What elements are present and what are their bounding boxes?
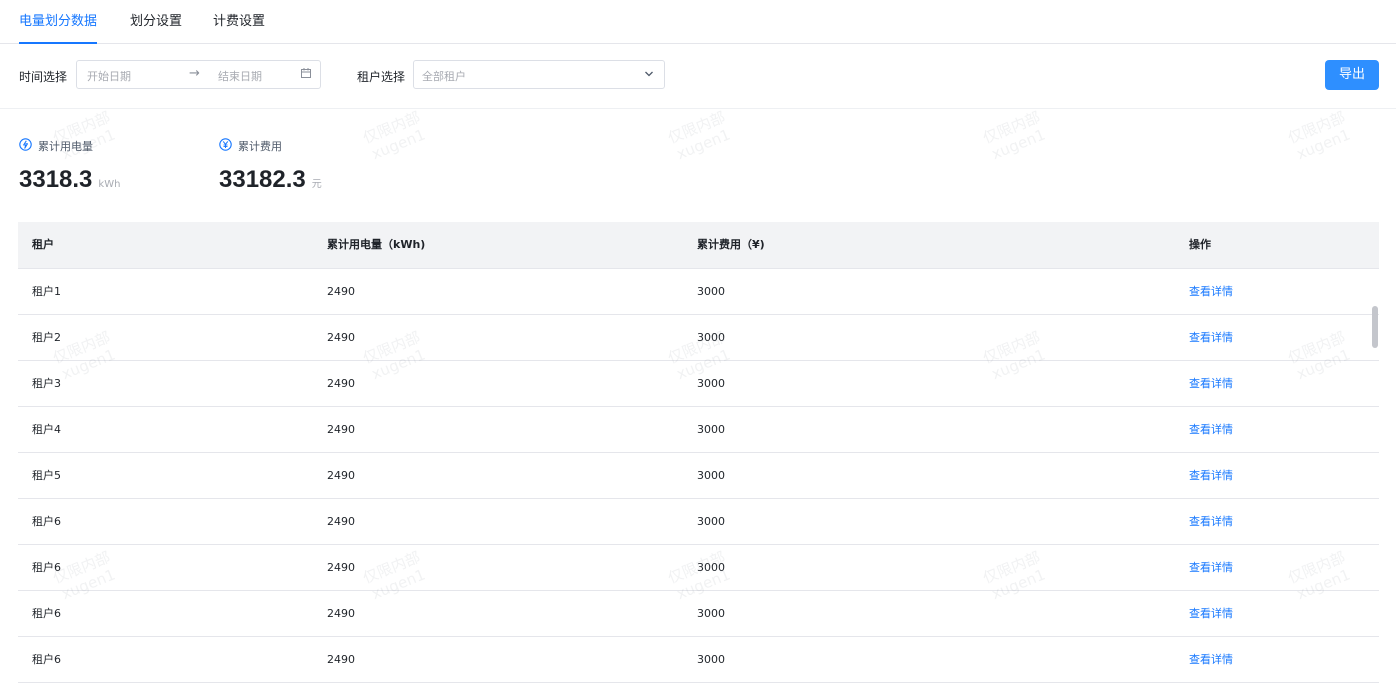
watermark: 仅限内部 xugen1 xyxy=(665,108,733,164)
view-details-link[interactable]: 查看详情 xyxy=(1189,315,1233,360)
range-separator: → xyxy=(189,66,200,81)
energy-stat-value: 3318.3 xyxy=(19,166,93,193)
energy-cell: 2490 xyxy=(327,469,355,482)
view-details-link[interactable]: 查看详情 xyxy=(1189,361,1233,406)
watermark: 仅限内部 xugen1 xyxy=(360,108,428,164)
tenant-cell: 租户6 xyxy=(32,653,61,666)
view-details-link[interactable]: 查看详情 xyxy=(1189,499,1233,544)
time-filter-label: 时间选择 xyxy=(19,70,68,84)
view-details-link[interactable]: 查看详情 xyxy=(1189,269,1233,314)
cost-cell: 3000 xyxy=(697,653,725,666)
tenant-select[interactable]: 全部租户 xyxy=(413,60,665,89)
chevron-down-icon xyxy=(645,71,653,77)
tenant-table: 租户 累计用电量（kWh) 累计费用（¥) 操作 租户1 2490 3000 查… xyxy=(18,222,1379,683)
lightning-circle-icon xyxy=(19,138,32,151)
energy-cell: 2490 xyxy=(327,653,355,666)
energy-cell: 2490 xyxy=(327,515,355,528)
table-header: 租户 累计用电量（kWh) 累计费用（¥) 操作 xyxy=(18,222,1379,269)
cost-cell: 3000 xyxy=(697,423,725,436)
date-range-picker[interactable]: 开始日期 → 结束日期 xyxy=(76,60,321,89)
tenant-select-value: 全部租户 xyxy=(422,70,466,83)
tenant-cell: 租户6 xyxy=(32,515,61,528)
tenant-cell: 租户3 xyxy=(32,377,61,390)
energy-stat-label: 累计用电量 xyxy=(38,140,93,153)
energy-cell: 2490 xyxy=(327,331,355,344)
yuan-circle-icon xyxy=(219,138,232,151)
view-details-link[interactable]: 查看详情 xyxy=(1189,545,1233,590)
table-row: 租户5 2490 3000 查看详情 xyxy=(18,453,1379,499)
table-scrollbar[interactable] xyxy=(1372,306,1378,348)
cost-cell: 3000 xyxy=(697,331,725,344)
view-details-link[interactable]: 查看详情 xyxy=(1189,637,1233,682)
view-details-link[interactable]: 查看详情 xyxy=(1189,591,1233,636)
table-row: 租户6 2490 3000 查看详情 xyxy=(18,591,1379,637)
cost-cell: 3000 xyxy=(697,607,725,620)
tab-billing-settings[interactable]: 计费设置 xyxy=(213,0,265,43)
energy-cell: 2490 xyxy=(327,607,355,620)
watermark: 仅限内部 xugen1 xyxy=(1285,108,1353,164)
cost-stat-unit: 元 xyxy=(311,179,322,190)
cost-stat-label: 累计费用 xyxy=(238,140,282,153)
energy-stat-unit: kWh xyxy=(98,179,121,190)
table-row: 租户6 2490 3000 查看详情 xyxy=(18,499,1379,545)
energy-cell: 2490 xyxy=(327,423,355,436)
header-cost: 累计费用（¥) xyxy=(697,238,765,251)
header-action: 操作 xyxy=(1189,238,1211,251)
watermark: 仅限内部 xugen1 xyxy=(980,108,1048,164)
table-row: 租户2 2490 3000 查看详情 xyxy=(18,315,1379,361)
cost-cell: 3000 xyxy=(697,515,725,528)
energy-cell: 2490 xyxy=(327,561,355,574)
cost-stat-value: 33182.3 xyxy=(219,166,306,193)
tenant-cell: 租户1 xyxy=(32,285,61,298)
watermark: 仅限内部 xugen1 xyxy=(50,108,118,164)
tenant-cell: 租户6 xyxy=(32,607,61,620)
header-energy: 累计用电量（kWh) xyxy=(327,238,426,251)
cost-cell: 3000 xyxy=(697,285,725,298)
export-button[interactable]: 导出 xyxy=(1325,60,1379,90)
start-date-input[interactable]: 开始日期 xyxy=(87,68,131,84)
tab-energy-data[interactable]: 电量划分数据 xyxy=(19,0,98,44)
cost-cell: 3000 xyxy=(697,377,725,390)
calendar-icon[interactable] xyxy=(301,68,311,78)
table-row: 租户1 2490 3000 查看详情 xyxy=(18,269,1379,315)
energy-cell: 2490 xyxy=(327,377,355,390)
tenant-cell: 租户2 xyxy=(32,331,61,344)
tab-division-settings[interactable]: 划分设置 xyxy=(130,0,182,43)
view-details-link[interactable]: 查看详情 xyxy=(1189,407,1233,452)
tab-bar: 电量划分数据 划分设置 计费设置 xyxy=(0,0,1396,44)
page: 电量划分数据 划分设置 计费设置 时间选择 开始日期 → 结束日期 租户选择 全… xyxy=(0,0,1396,693)
end-date-input[interactable]: 结束日期 xyxy=(218,68,262,84)
table-row: 租户6 2490 3000 查看详情 xyxy=(18,545,1379,591)
tenant-cell: 租户4 xyxy=(32,423,61,436)
tenant-filter-label: 租户选择 xyxy=(357,70,406,84)
cost-cell: 3000 xyxy=(697,561,725,574)
tenant-cell: 租户6 xyxy=(32,561,61,574)
header-tenant: 租户 xyxy=(32,238,54,251)
view-details-link[interactable]: 查看详情 xyxy=(1189,453,1233,498)
table-row: 租户4 2490 3000 查看详情 xyxy=(18,407,1379,453)
tenant-cell: 租户5 xyxy=(32,469,61,482)
cost-cell: 3000 xyxy=(697,469,725,482)
filter-bar: 时间选择 开始日期 → 结束日期 租户选择 全部租户 导出 xyxy=(0,44,1396,109)
table-row: 租户3 2490 3000 查看详情 xyxy=(18,361,1379,407)
energy-cell: 2490 xyxy=(327,285,355,298)
table-row: 租户6 2490 3000 查看详情 xyxy=(18,637,1379,683)
